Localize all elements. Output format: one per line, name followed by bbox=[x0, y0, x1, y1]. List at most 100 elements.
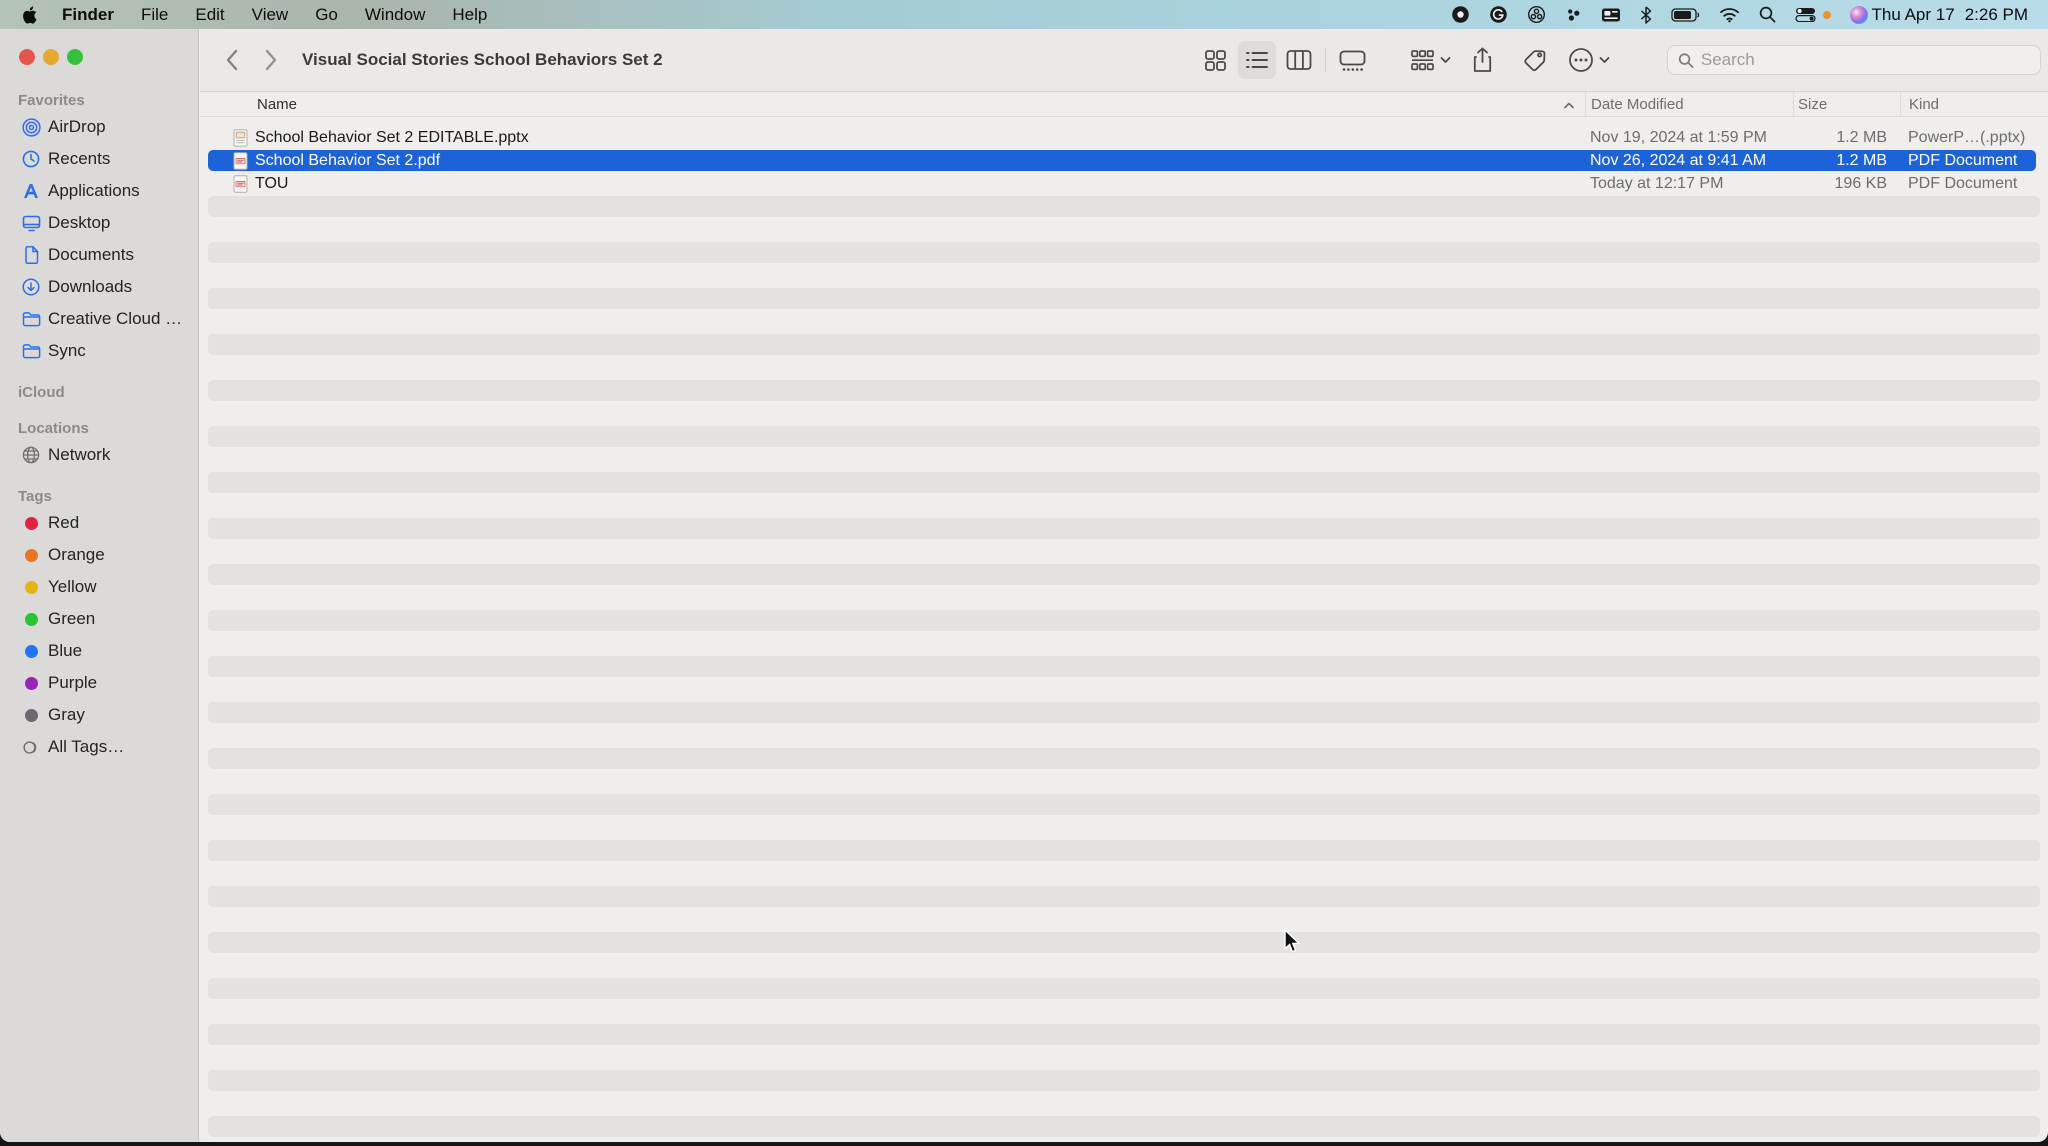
sidebar-item-airdrop[interactable]: AirDrop bbox=[0, 111, 198, 143]
empty-row-stripe bbox=[208, 196, 2040, 217]
share-button[interactable] bbox=[1472, 47, 1493, 73]
file-row[interactable]: School Behavior Set 2 EDITABLE.pptxNov 1… bbox=[200, 126, 2048, 149]
sidebar-item-creative-cloud-fil[interactable]: Creative Cloud Fil… bbox=[0, 303, 198, 335]
sidebar-item-label: Downloads bbox=[48, 277, 138, 297]
minimize-button[interactable] bbox=[43, 49, 59, 65]
sidebar-section-title: iCloud bbox=[0, 383, 198, 403]
sidebar-item-label: Yellow bbox=[48, 577, 103, 597]
bluetooth-icon[interactable] bbox=[1640, 6, 1652, 24]
empty-row-stripe bbox=[208, 1070, 2040, 1091]
empty-row-stripe bbox=[208, 978, 2040, 999]
folder-icon bbox=[21, 343, 41, 359]
gallery-view-button[interactable] bbox=[1333, 41, 1372, 79]
column-header-size[interactable]: Size bbox=[1793, 92, 1900, 116]
close-button[interactable] bbox=[19, 49, 35, 65]
sidebar-item-green[interactable]: Green bbox=[0, 603, 198, 635]
grammarly-icon[interactable] bbox=[1489, 5, 1508, 24]
more-actions-button[interactable] bbox=[1568, 47, 1610, 73]
apple-menu-icon[interactable] bbox=[22, 6, 37, 24]
input-source-icon[interactable] bbox=[1601, 7, 1621, 23]
icon-view-button[interactable] bbox=[1196, 41, 1234, 79]
sidebar-item-blue[interactable]: Blue bbox=[0, 635, 198, 667]
control-center-icon[interactable] bbox=[1795, 7, 1816, 22]
wifi-icon[interactable] bbox=[1719, 7, 1740, 23]
menu-item-go[interactable]: Go bbox=[315, 5, 338, 25]
tags-button[interactable] bbox=[1522, 48, 1547, 73]
file-list: School Behavior Set 2 EDITABLE.pptxNov 1… bbox=[200, 117, 2048, 1142]
menubar-date[interactable]: Thu Apr 17 bbox=[1872, 5, 1955, 25]
empty-row-stripe bbox=[208, 610, 2040, 631]
file-size: 196 KB bbox=[1793, 175, 1900, 193]
menu-item-window[interactable]: Window bbox=[365, 5, 425, 25]
menu-item-edit[interactable]: Edit bbox=[195, 5, 224, 25]
tag-dot-icon bbox=[21, 677, 41, 690]
globe-icon bbox=[21, 446, 41, 464]
search-field[interactable] bbox=[1667, 45, 2041, 75]
search-input[interactable] bbox=[1701, 50, 2030, 70]
record-icon[interactable] bbox=[1451, 5, 1470, 24]
clock-icon bbox=[21, 150, 41, 168]
tag-dot-icon bbox=[21, 645, 41, 658]
menu-item-file[interactable]: File bbox=[141, 5, 168, 25]
sidebar-item-sync[interactable]: Sync bbox=[0, 335, 198, 367]
empty-row-stripe bbox=[208, 380, 2040, 401]
sidebar-item-orange[interactable]: Orange bbox=[0, 539, 198, 571]
sidebar-item-label: Recents bbox=[48, 149, 116, 169]
sidebar-item-network[interactable]: Network bbox=[0, 439, 198, 471]
menu-item-view[interactable]: View bbox=[252, 5, 289, 25]
toolbar: Visual Social Stories School Behaviors S… bbox=[200, 29, 2048, 92]
empty-row-stripe bbox=[208, 1116, 2040, 1137]
sidebar-item-downloads[interactable]: Downloads bbox=[0, 271, 198, 303]
empty-row-stripe bbox=[208, 334, 2040, 355]
applications-icon bbox=[21, 183, 41, 199]
downloads-icon bbox=[21, 278, 41, 296]
empty-row-stripe bbox=[208, 426, 2040, 447]
column-header-kind[interactable]: Kind bbox=[1900, 92, 2048, 116]
sidebar-item-all-tags[interactable]: All Tags… bbox=[0, 731, 198, 763]
zoom-button[interactable] bbox=[67, 49, 83, 65]
tag-dot-icon bbox=[21, 709, 41, 722]
sidebar-item-label: Desktop bbox=[48, 213, 116, 233]
menu-bar: Finder File Edit View Go Window Help Thu Apr 1… bbox=[0, 0, 2048, 29]
siri-icon[interactable] bbox=[1850, 6, 1868, 24]
spotlight-icon[interactable] bbox=[1759, 6, 1776, 23]
column-header-name[interactable]: Name bbox=[200, 96, 1585, 113]
column-header-date-modified[interactable]: Date Modified bbox=[1585, 92, 1793, 116]
window-controls bbox=[19, 49, 83, 65]
file-row[interactable]: TOUToday at 12:17 PM196 KBPDF Document bbox=[200, 172, 2048, 195]
file-name: School Behavior Set 2.pdf bbox=[255, 152, 440, 170]
sidebar-item-desktop[interactable]: Desktop bbox=[0, 207, 198, 239]
sidebar-item-documents[interactable]: Documents bbox=[0, 239, 198, 271]
menu-item-help[interactable]: Help bbox=[452, 5, 487, 25]
file-name: TOU bbox=[255, 175, 288, 193]
empty-row-stripe bbox=[208, 932, 2040, 953]
sidebar-item-gray[interactable]: Gray bbox=[0, 699, 198, 731]
menubar-time[interactable]: 2:26 PM bbox=[1965, 5, 2028, 25]
battery-icon[interactable] bbox=[1671, 8, 1700, 22]
menu-item-finder[interactable]: Finder bbox=[62, 5, 114, 25]
forward-button[interactable] bbox=[254, 43, 288, 77]
file-date-modified: Nov 19, 2024 at 1:59 PM bbox=[1585, 129, 1793, 147]
sidebar-item-recents[interactable]: Recents bbox=[0, 143, 198, 175]
sidebar-item-label: All Tags… bbox=[48, 737, 130, 757]
back-button[interactable] bbox=[214, 43, 248, 77]
sidebar-item-applications[interactable]: Applications bbox=[0, 175, 198, 207]
empty-row-stripe bbox=[208, 1024, 2040, 1045]
sidebar-item-yellow[interactable]: Yellow bbox=[0, 571, 198, 603]
empty-row-stripe bbox=[208, 886, 2040, 907]
file-size: 1.2 MB bbox=[1793, 152, 1900, 170]
sidebar-section-title: Favorites bbox=[0, 91, 198, 111]
sidebar-item-purple[interactable]: Purple bbox=[0, 667, 198, 699]
sidebar-item-label: Orange bbox=[48, 545, 111, 565]
sidebar-item-label: Gray bbox=[48, 705, 91, 725]
color-wheel-icon[interactable] bbox=[1527, 5, 1546, 24]
list-view-button[interactable] bbox=[1238, 41, 1276, 79]
sidebar-item-red[interactable]: Red bbox=[0, 507, 198, 539]
sidebar-item-label: Blue bbox=[48, 641, 88, 661]
file-row[interactable]: School Behavior Set 2.pdfNov 26, 2024 at… bbox=[200, 149, 2048, 172]
toolbar-divider bbox=[1325, 48, 1326, 72]
empty-row-stripe bbox=[208, 472, 2040, 493]
column-view-button[interactable] bbox=[1280, 41, 1318, 79]
group-button[interactable] bbox=[1410, 49, 1451, 72]
dots-app-icon[interactable] bbox=[1565, 6, 1582, 23]
